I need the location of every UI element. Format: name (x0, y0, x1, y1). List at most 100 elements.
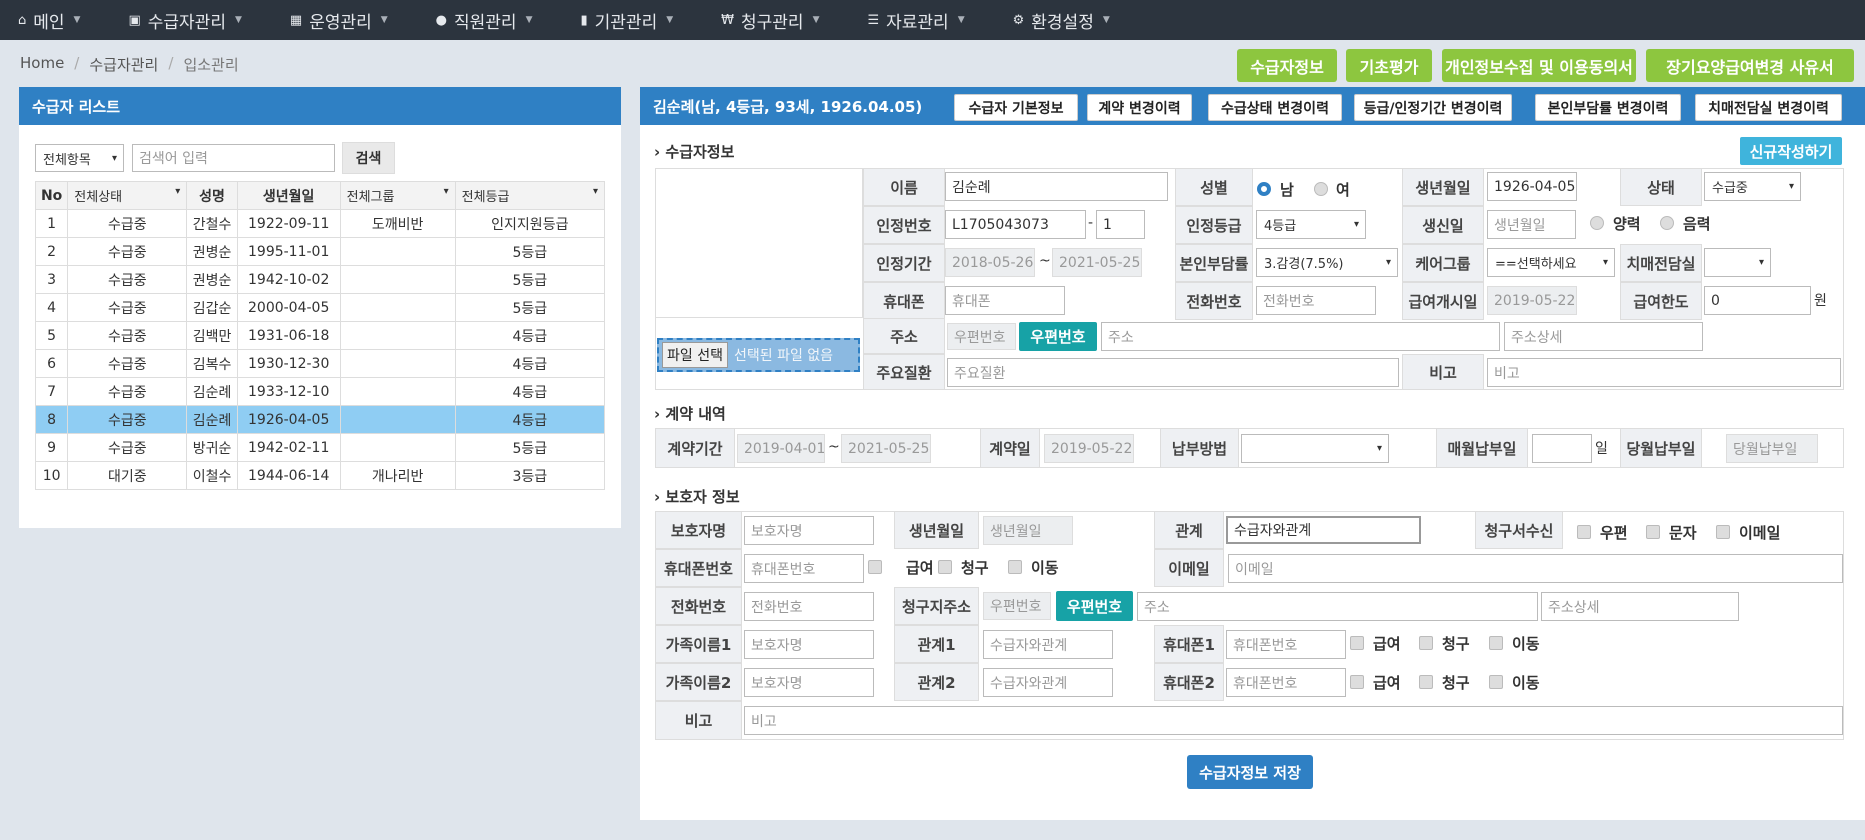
table-row[interactable]: 2 수급중 권병순 1995-11-01 5등급 (34, 237, 606, 266)
guardian-email-input[interactable]: 이메일 (1228, 554, 1843, 583)
table-row[interactable]: 9 수급중 방귀순 1942-02-11 5등급 (34, 433, 606, 462)
table-row[interactable]: 10 대기중 이철수 1944-06-14 개나리반 3등급 (34, 461, 606, 490)
lunar-radio[interactable] (1660, 216, 1674, 230)
nav-item-2[interactable]: ▦ 운영관리 ▼ (290, 8, 388, 33)
phone-input[interactable]: 전화번호 (1256, 286, 1376, 315)
pay-method-select[interactable] (1241, 434, 1389, 463)
period-from-input[interactable]: 2018-05-26 (945, 248, 1035, 277)
family1-name-input[interactable]: 보호자명 (744, 630, 874, 659)
guardian-note-input[interactable]: 비고 (744, 706, 1843, 735)
bill-address-detail-input[interactable]: 주소상세 (1541, 592, 1739, 621)
current-pay-day-input[interactable]: 당월납부일 (1726, 434, 1818, 463)
nav-item-3[interactable]: ● 직원관리 ▼ (436, 8, 533, 33)
guardian-relation-input[interactable]: 수급자와관계 (1226, 516, 1421, 544)
nav-item-1[interactable]: ▣ 수급자관리 ▼ (128, 8, 241, 33)
disease-input[interactable]: 주요질환 (947, 358, 1399, 387)
new-entry-button[interactable]: 신규작성하기 (1740, 137, 1842, 165)
note-input[interactable]: 비고 (1487, 358, 1841, 387)
solar-radio[interactable] (1590, 216, 1604, 230)
table-row[interactable]: 8 수급중 김순례 1926-04-05 4등급 (34, 405, 606, 434)
copay-select[interactable]: 3.감경(7.5%) (1256, 248, 1398, 277)
bill-address-input[interactable]: 주소 (1137, 592, 1538, 621)
file-upload[interactable]: 파일 선택 선택된 파일 없음 (657, 338, 860, 372)
guardian-claim-checkbox[interactable] (938, 560, 952, 574)
contract-date-input[interactable]: 2019-05-22 (1044, 434, 1134, 463)
bill-zip-search-button[interactable]: 우편번호 (1056, 591, 1133, 621)
nav-item-6[interactable]: ☰ 자료관리 ▼ (867, 8, 964, 33)
monthly-pay-day-input[interactable] (1532, 434, 1592, 463)
bill-zip-input[interactable]: 우편번호 (983, 592, 1051, 620)
relation1-input[interactable]: 수급자와관계 (983, 630, 1113, 659)
grade-filter-select[interactable]: 전체등급 ▾ (454, 181, 606, 210)
recipient-info-button[interactable]: 수급자정보 (1237, 49, 1337, 82)
gender-female-radio[interactable] (1314, 182, 1328, 196)
table-row[interactable]: 6 수급중 김복수 1930-12-30 4등급 (34, 349, 606, 378)
group-filter-select[interactable]: 전체그룹 ▾ (339, 181, 456, 210)
nav-item-0[interactable]: ⌂ 메인 ▼ (18, 8, 80, 33)
basic-assessment-button[interactable]: 기초평가 (1346, 49, 1432, 82)
bill-email-checkbox[interactable] (1716, 525, 1730, 539)
cert-sub-input[interactable]: 1 (1096, 210, 1145, 239)
family1-benefit-checkbox[interactable] (1350, 636, 1364, 650)
status-select[interactable]: 수급중 (1704, 172, 1801, 201)
cert-no-input[interactable]: L1705043073 (945, 210, 1086, 239)
guardian-mobile-input[interactable]: 휴대폰번호 (744, 554, 864, 583)
nav-item-5[interactable]: ₩ 청구관리 ▼ (721, 8, 819, 33)
status-filter-select[interactable]: 전체상태 ▾ (67, 181, 188, 210)
gender-male-radio[interactable] (1257, 182, 1271, 196)
tab-copay-history[interactable]: 본인부담률 변경이력 (1535, 94, 1681, 121)
address-input[interactable]: 주소 (1101, 322, 1500, 351)
filter-select[interactable]: 전체항목 (35, 144, 124, 172)
guardian-phone-input[interactable]: 전화번호 (744, 592, 874, 621)
save-recipient-button[interactable]: 수급자정보 저장 (1187, 755, 1313, 789)
period-to-input[interactable]: 2021-05-25 (1052, 248, 1142, 277)
search-button[interactable]: 검색 (342, 142, 395, 174)
table-row[interactable]: 7 수급중 김순례 1933-12-10 4등급 (34, 377, 606, 406)
caregroup-select[interactable]: ==선택하세요 (1487, 248, 1615, 277)
family2-benefit-checkbox[interactable] (1350, 675, 1364, 689)
start-date-input[interactable]: 2019-05-22 (1487, 286, 1577, 315)
nav-item-7[interactable]: ⚙ 환경설정 ▼ (1013, 8, 1110, 33)
table-row[interactable]: 1 수급중 간철수 1922-09-11 도깨비반 인지지원등급 (34, 209, 606, 238)
bill-sms-checkbox[interactable] (1646, 525, 1660, 539)
bill-post-checkbox[interactable] (1577, 525, 1591, 539)
family1-claim-checkbox[interactable] (1419, 636, 1433, 650)
benefit-change-reason-button[interactable]: 장기요양급여변경 사유서 (1646, 49, 1854, 82)
contract-to-input[interactable]: 2021-05-25 (841, 434, 931, 463)
guardian-birth-input[interactable]: 생년월일 (983, 516, 1073, 545)
file-select-button[interactable]: 파일 선택 (662, 342, 728, 368)
guardian-move-checkbox[interactable] (1008, 560, 1022, 574)
mobile-input[interactable]: 휴대폰 (945, 286, 1065, 315)
family2-move-checkbox[interactable] (1489, 675, 1503, 689)
tab-contract-history[interactable]: 계약 변경이력 (1087, 94, 1192, 121)
birth-input[interactable]: 1926-04-05 (1487, 172, 1577, 201)
nav-item-4[interactable]: ▮ 기관관리 ▼ (581, 8, 674, 33)
family1-move-checkbox[interactable] (1489, 636, 1503, 650)
tab-dementia-history[interactable]: 치매전담실 변경이력 (1695, 94, 1842, 121)
zip-input[interactable]: 우편번호 (947, 323, 1016, 350)
table-row[interactable]: 5 수급중 김백만 1931-06-18 4등급 (34, 321, 606, 350)
family2-mobile-input[interactable]: 휴대폰번호 (1226, 668, 1346, 697)
breadcrumb-home[interactable]: Home (20, 54, 64, 75)
relation2-input[interactable]: 수급자와관계 (983, 668, 1113, 697)
breadcrumb-parent[interactable]: 수급자관리 (89, 54, 158, 75)
name-input[interactable]: 김순례 (945, 172, 1168, 201)
dementia-select[interactable] (1704, 248, 1771, 277)
family2-claim-checkbox[interactable] (1419, 675, 1433, 689)
limit-input[interactable]: 0 (1704, 286, 1811, 315)
grade-select[interactable]: 4등급 (1256, 210, 1366, 239)
search-input[interactable]: 검색어 입력 (132, 144, 335, 172)
guardian-benefit-checkbox[interactable] (868, 560, 882, 574)
tab-status-history[interactable]: 수급상태 변경이력 (1208, 94, 1342, 121)
tab-basic-info[interactable]: 수급자 기본정보 (954, 94, 1078, 121)
zip-search-button[interactable]: 우편번호 (1019, 322, 1097, 351)
tab-grade-history[interactable]: 등급/인정기간 변경이력 (1354, 94, 1512, 121)
birthday-input[interactable]: 생년월일 (1487, 210, 1576, 239)
guardian-name-input[interactable]: 보호자명 (744, 516, 874, 545)
family2-name-input[interactable]: 보호자명 (744, 668, 874, 697)
contract-from-input[interactable]: 2019-04-01 (737, 434, 825, 463)
table-row[interactable]: 4 수급중 김갑순 2000-04-05 5등급 (34, 293, 606, 322)
table-row[interactable]: 3 수급중 권병순 1942-10-02 5등급 (34, 265, 606, 294)
privacy-consent-button[interactable]: 개인정보수집 및 이용동의서 (1442, 49, 1636, 82)
address-detail-input[interactable]: 주소상세 (1504, 322, 1703, 351)
